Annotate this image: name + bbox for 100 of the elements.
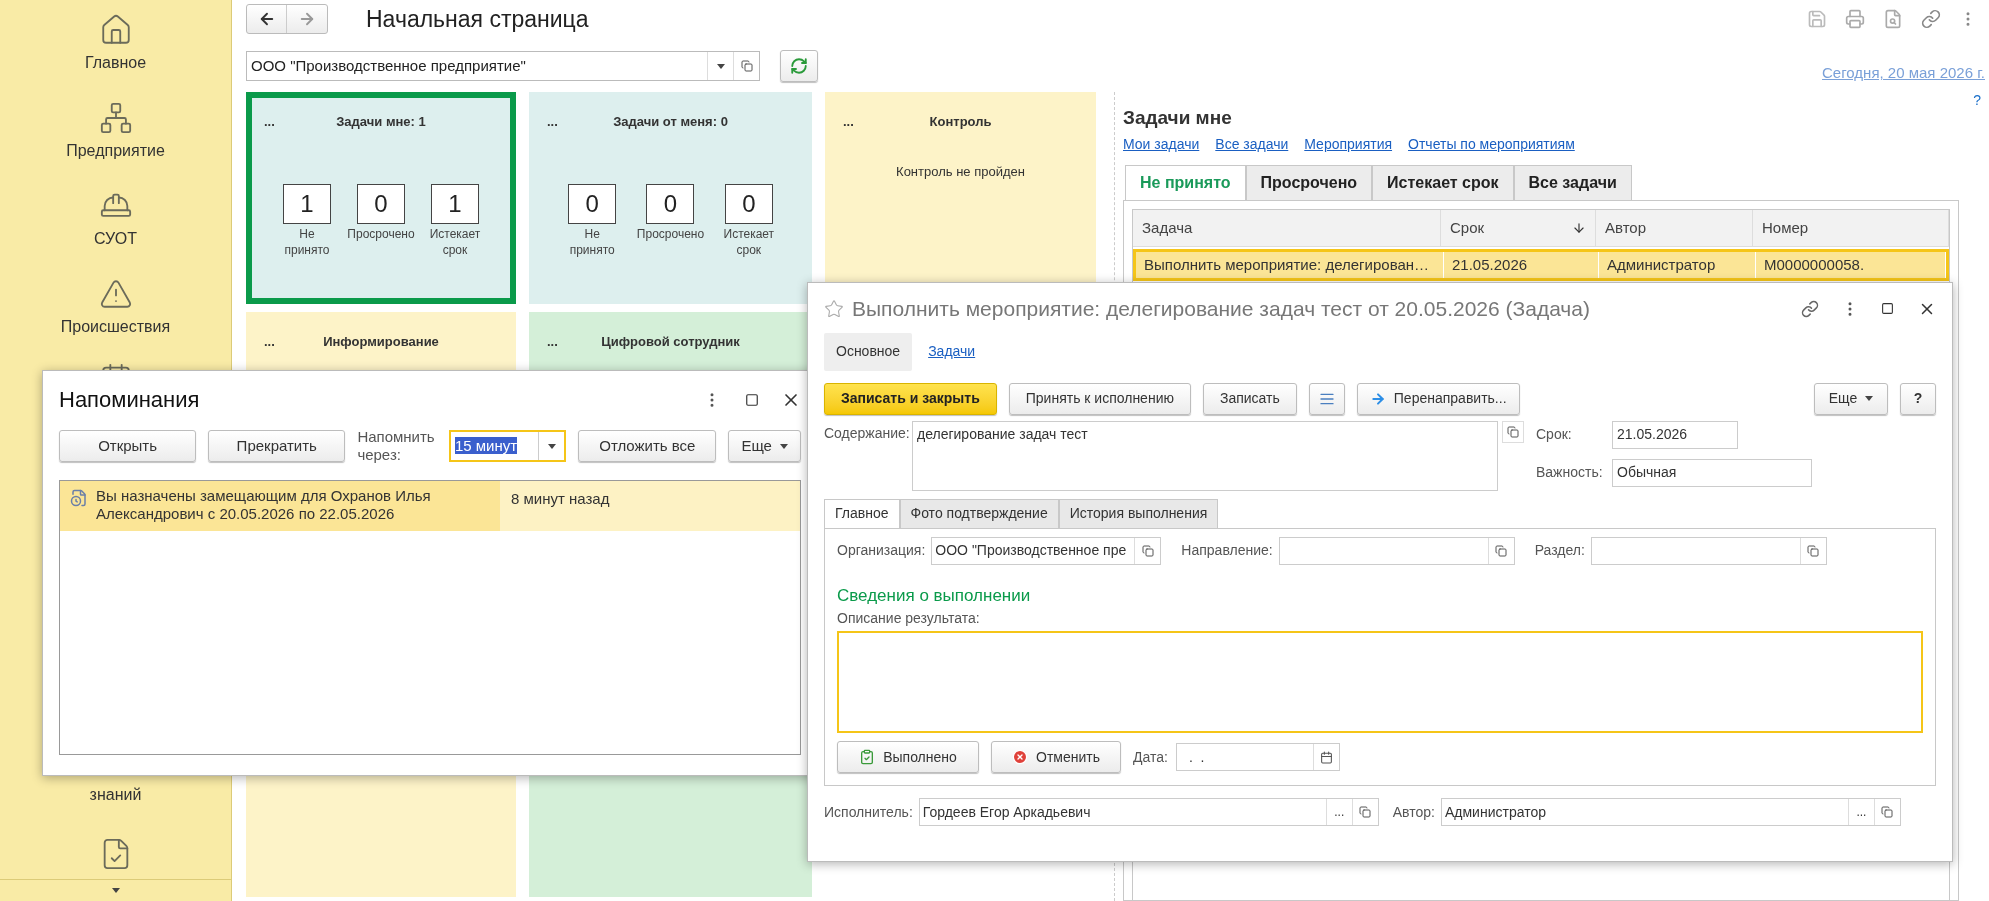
input-field[interactable]: . . (1175, 743, 1340, 771)
counter-label: Просрочено (347, 225, 415, 242)
menu-item-icon (98, 101, 133, 135)
open-form-icon (740, 60, 753, 72)
tile-menu[interactable]: ... (843, 112, 883, 132)
toolbar-button[interactable]: Открыть (59, 430, 197, 462)
field-label: Описание результата: (837, 609, 981, 628)
counter-value[interactable]: 0 (724, 183, 773, 224)
content-field[interactable]: делегирование задач тест (912, 420, 1498, 491)
counter-value[interactable]: 1 (431, 183, 479, 224)
input-field[interactable]: Администратор ... (1440, 798, 1901, 826)
tab[interactable]: Просрочено (1245, 165, 1373, 201)
reminder-text: Вы назначены замещающим для Охранов Илья Александрович с 20.05.2026 по 22.05.2026 (96, 487, 432, 523)
help-button[interactable]: ? (1900, 382, 1936, 415)
counter-value[interactable]: 0 (357, 183, 405, 224)
counter-label: Не принято (284, 225, 330, 258)
link-icon[interactable] (1801, 299, 1819, 318)
maximize-icon[interactable] (1881, 302, 1894, 316)
tile-message: Контроль не пройден (895, 162, 1026, 181)
favorite-star-icon[interactable] (824, 298, 844, 319)
column-header[interactable]: Задача (1133, 210, 1441, 246)
table-cell: 21.05.2026 (1444, 252, 1599, 278)
forward-button[interactable]: Перенаправить... (1356, 382, 1520, 415)
table-row[interactable]: Выполнить мероприятие: делегирован… 21.05.2026 Администратор M0000000058. (1133, 249, 1949, 281)
print-icon[interactable] (1845, 9, 1865, 29)
toolbar-button[interactable]: Прекратить (208, 430, 346, 462)
counter-label: Истекает срок (429, 225, 481, 258)
input-field[interactable]: 21.05.2026 (1612, 420, 1738, 449)
save-close-button[interactable]: Записать и закрыть (824, 382, 997, 415)
tile-menu[interactable]: ... (547, 332, 587, 352)
field-label: Напомнить через: (357, 428, 436, 464)
section-tab[interactable]: Основное (824, 332, 913, 371)
help-link[interactable]: ? (1973, 92, 1981, 108)
organization-select[interactable]: ООО "Производственное предприятие" (246, 51, 760, 81)
column-header[interactable]: Срок (1441, 210, 1596, 246)
toolbar-button[interactable]: Принять к исполнению (1008, 382, 1191, 415)
field-label: Направление: (1181, 541, 1273, 560)
nav-link[interactable]: Все задачи (1215, 134, 1289, 155)
panel-title: Задачи мне (1123, 106, 1233, 130)
calendar-icon[interactable] (1319, 750, 1333, 764)
section-tab[interactable]: Задачи (916, 332, 988, 371)
tile-menu[interactable]: ... (547, 112, 587, 132)
caret-icon (779, 443, 788, 449)
choose-button[interactable]: ... (1847, 799, 1874, 825)
scroll-down-icon (111, 888, 120, 893)
sidebar-item[interactable]: Предприятие (66, 139, 165, 163)
interval-select[interactable]: 15 минут (448, 430, 567, 462)
refresh-button[interactable] (780, 50, 818, 82)
tab[interactable]: Главное (824, 498, 900, 529)
field-label: Исполнитель: (824, 802, 913, 822)
counter-value[interactable]: 0 (646, 183, 695, 224)
sidebar-item[interactable]: Главное (84, 51, 147, 75)
nav-link[interactable]: Мероприятия (1304, 134, 1393, 155)
section-heading: Сведения о выполнении (837, 584, 1032, 607)
input-field[interactable]: Обычная (1612, 458, 1812, 487)
input-field[interactable]: Гордеев Егор Аркадьевич ... (918, 798, 1379, 826)
sort-descending-icon (1572, 221, 1586, 235)
toolbar-button[interactable]: Записать (1202, 382, 1297, 415)
tile-menu[interactable]: ... (264, 332, 304, 352)
column-header[interactable]: Автор (1596, 210, 1753, 246)
postpone-button[interactable]: Отложить все (578, 430, 717, 462)
nav-link[interactable]: Отчеты по мероприятиям (1408, 134, 1575, 155)
more-button[interactable]: Еще (728, 430, 801, 462)
sidebar-item[interactable]: знаний (89, 783, 142, 807)
open-form-icon (1359, 806, 1372, 818)
counter-value[interactable]: 1 (283, 183, 331, 224)
link-icon[interactable] (1921, 9, 1941, 29)
choose-button[interactable]: ... (1325, 799, 1352, 825)
sidebar-item[interactable]: Происшествия (60, 315, 171, 339)
list-button[interactable] (1308, 382, 1345, 415)
counter-label: Истекает срок (723, 225, 775, 258)
tab[interactable]: Фото подтверждение (899, 498, 1059, 529)
reminder-time: 8 минут назад (511, 490, 610, 507)
nav-link[interactable]: Мои задачи (1123, 134, 1200, 155)
field-label: Важность: (1535, 463, 1604, 482)
tab[interactable]: История выполнения (1058, 498, 1219, 529)
counter-value[interactable]: 0 (568, 183, 617, 224)
cancel-button[interactable]: Отменить (991, 741, 1121, 773)
tile-menu[interactable]: ... (264, 112, 304, 132)
open-form-button[interactable] (1502, 420, 1524, 443)
open-form-icon (1881, 806, 1894, 818)
tab[interactable]: Истекает срок (1372, 165, 1514, 201)
column-header[interactable]: Номер (1753, 210, 1949, 246)
preview-icon[interactable] (1883, 9, 1903, 29)
done-button[interactable]: Выполнено (837, 741, 979, 773)
result-text-area[interactable] (837, 631, 1923, 733)
more-button[interactable]: Еще (1814, 382, 1888, 415)
sidebar-item[interactable]: СУОТ (94, 227, 137, 251)
field-label: Срок: (1535, 425, 1573, 444)
save-icon[interactable] (1807, 9, 1827, 29)
tab[interactable]: Все задачи (1513, 165, 1632, 201)
input-field[interactable] (1278, 536, 1515, 565)
open-form-icon (1507, 425, 1519, 438)
tile-title: Контроль (928, 113, 993, 131)
caret-icon (716, 63, 725, 69)
maximize-icon[interactable] (745, 392, 759, 407)
input-field[interactable]: ООО "Производственное пре (931, 536, 1162, 565)
tab[interactable]: Не принято (1125, 165, 1246, 201)
input-field[interactable] (1590, 536, 1827, 565)
table-cell: Выполнить мероприятие: делегирован… (1136, 252, 1444, 278)
